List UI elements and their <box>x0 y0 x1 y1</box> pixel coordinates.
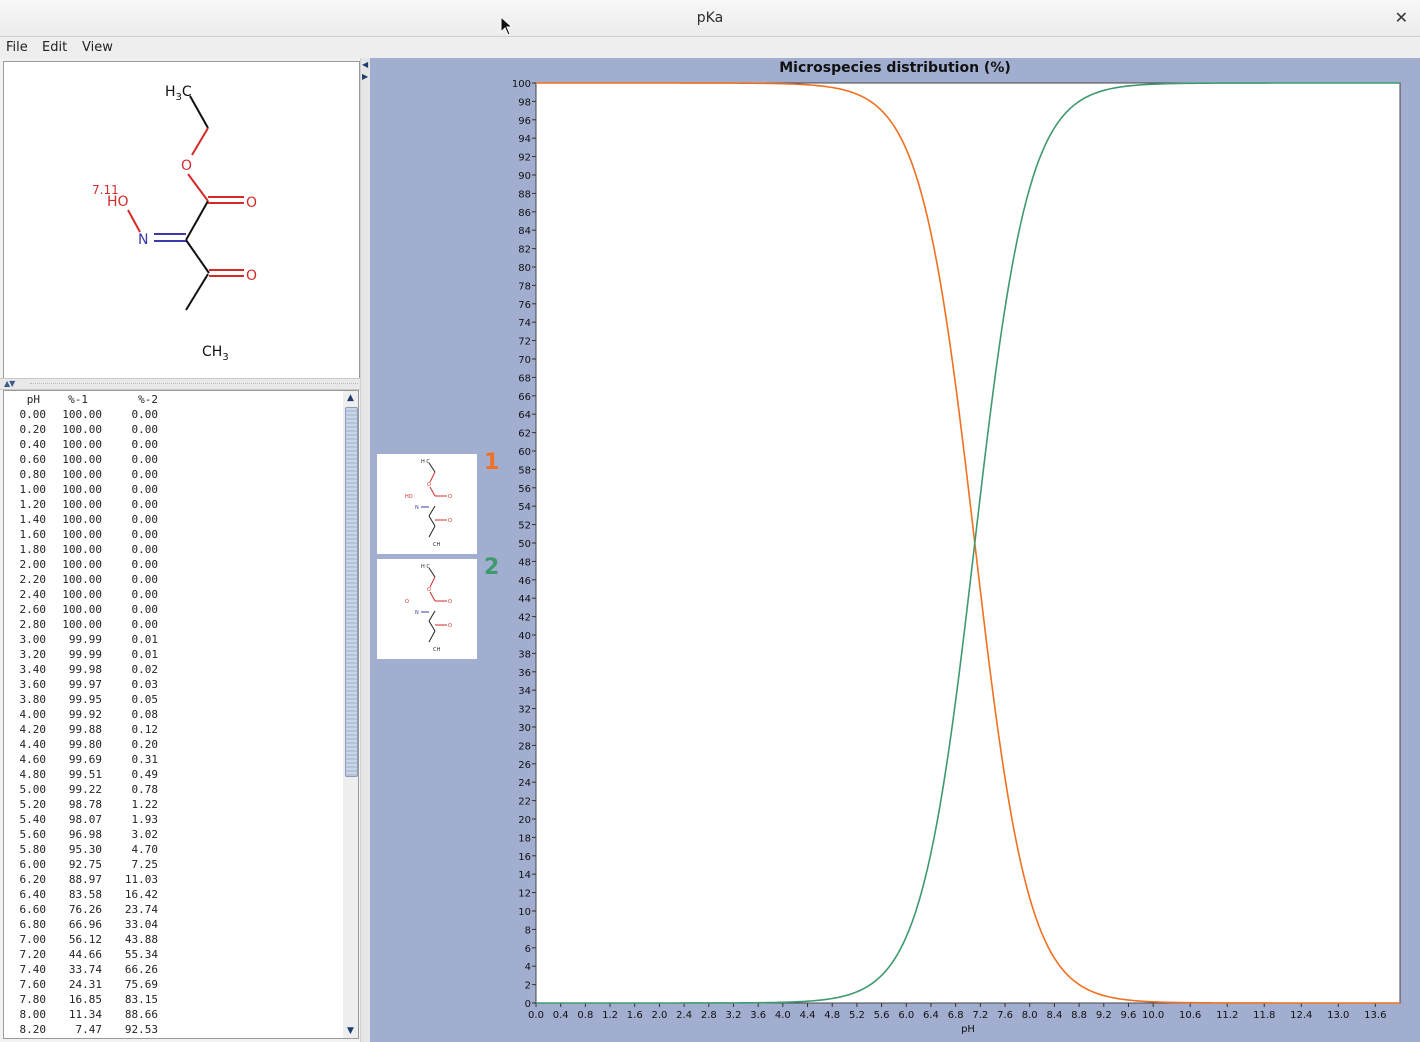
y-tick-label: 36 <box>518 668 531 679</box>
y-tick-label: 10 <box>518 907 531 918</box>
y-tick-label: 56 <box>518 484 531 495</box>
y-tick-label: 44 <box>518 594 531 605</box>
x-axis: 0.0 0.4 0.8 1.2 1.6 2.0 2.4 2.8 3.2 3.6 4.0 4.4 4.8 5… <box>528 1003 1386 1021</box>
x-tick-label: 12.4 <box>1290 1010 1312 1021</box>
x-tick-label: 8.4 <box>1046 1010 1062 1021</box>
y-tick-label: 16 <box>518 852 531 863</box>
x-tick-label: 13.6 <box>1364 1010 1386 1021</box>
x-tick-label: 4.0 <box>775 1010 791 1021</box>
x-tick-label: 6.8 <box>948 1010 964 1021</box>
y-tick-label: 86 <box>518 208 531 219</box>
x-tick-label: 5.2 <box>849 1010 865 1021</box>
y-tick-label: 94 <box>518 134 531 145</box>
x-tick-label: 9.6 <box>1121 1010 1137 1021</box>
x-tick-label: 6.0 <box>898 1010 914 1021</box>
x-tick-label: 2.0 <box>651 1010 667 1021</box>
y-tick-label: 30 <box>518 723 531 734</box>
y-tick-label: 84 <box>518 226 531 237</box>
x-tick-label: 0.8 <box>577 1010 593 1021</box>
y-tick-label: 24 <box>518 778 531 789</box>
x-tick-label: 1.6 <box>627 1010 643 1021</box>
microspecies-distribution-chart: 0246810121416182022242628303234363840424… <box>512 79 1401 1035</box>
y-tick-label: 96 <box>518 116 531 127</box>
y-tick-label: 2 <box>525 981 531 992</box>
y-tick-label: 58 <box>518 465 531 476</box>
y-tick-label: 70 <box>518 355 531 366</box>
y-tick-label: 90 <box>518 171 531 182</box>
x-tick-label: 9.2 <box>1096 1010 1112 1021</box>
x-tick-label: 2.8 <box>701 1010 717 1021</box>
x-tick-label: 5.6 <box>874 1010 890 1021</box>
y-tick-label: 92 <box>518 153 531 164</box>
x-tick-label: 6.4 <box>923 1010 939 1021</box>
x-tick-label: 0.0 <box>528 1010 544 1021</box>
y-tick-label: 8 <box>525 925 531 936</box>
y-tick-label: 52 <box>518 521 531 532</box>
y-tick-label: 78 <box>518 281 531 292</box>
y-tick-label: 4 <box>525 962 531 973</box>
x-tick-label: 8.8 <box>1071 1010 1087 1021</box>
y-tick-label: 22 <box>518 797 531 808</box>
x-tick-label: 7.2 <box>972 1010 988 1021</box>
y-tick-label: 80 <box>518 263 531 274</box>
plot-area <box>535 82 1401 1004</box>
y-tick-label: 6 <box>525 944 531 955</box>
y-tick-label: 82 <box>518 245 531 256</box>
y-tick-label: 32 <box>518 705 531 716</box>
y-tick-label: 26 <box>518 760 531 771</box>
y-tick-label: 12 <box>518 889 531 900</box>
y-tick-label: 74 <box>518 318 531 329</box>
x-tick-label: 10.6 <box>1179 1010 1201 1021</box>
y-tick-label: 76 <box>518 300 531 311</box>
y-tick-label: 60 <box>518 447 531 458</box>
y-tick-label: 64 <box>518 410 531 421</box>
x-tick-label: 13.0 <box>1327 1010 1349 1021</box>
y-tick-label: 34 <box>518 686 531 697</box>
x-tick-label: 3.2 <box>726 1010 742 1021</box>
y-axis: 0246810121416182022242628303234363840424… <box>512 79 536 1010</box>
y-tick-label: 98 <box>518 97 531 108</box>
x-tick-label: 11.2 <box>1216 1010 1238 1021</box>
x-tick-label: 3.6 <box>750 1010 766 1021</box>
y-tick-label: 66 <box>518 392 531 403</box>
x-tick-label: 4.8 <box>824 1010 840 1021</box>
y-tick-label: 18 <box>518 833 531 844</box>
y-tick-label: 38 <box>518 649 531 660</box>
y-tick-label: 40 <box>518 631 531 642</box>
y-tick-label: 28 <box>518 741 531 752</box>
y-tick-label: 68 <box>518 373 531 384</box>
x-tick-label: 2.4 <box>676 1010 692 1021</box>
x-axis-label: pH <box>961 1024 975 1035</box>
y-tick-label: 48 <box>518 557 531 568</box>
x-tick-label: 4.4 <box>800 1010 816 1021</box>
x-tick-label: 7.6 <box>997 1010 1013 1021</box>
y-tick-label: 20 <box>518 815 531 826</box>
y-tick-label: 88 <box>518 189 531 200</box>
x-tick-label: 0.4 <box>553 1010 569 1021</box>
y-tick-label: 72 <box>518 337 531 348</box>
y-tick-label: 62 <box>518 429 531 440</box>
x-tick-label: 1.2 <box>602 1010 618 1021</box>
y-tick-label: 42 <box>518 613 531 624</box>
y-tick-label: 54 <box>518 502 531 513</box>
y-tick-label: 50 <box>518 539 531 550</box>
y-tick-label: 14 <box>518 870 531 881</box>
x-tick-label: 11.8 <box>1253 1010 1275 1021</box>
x-tick-label: 10.0 <box>1142 1010 1164 1021</box>
x-tick-label: 8.0 <box>1022 1010 1038 1021</box>
y-tick-label: 0 <box>525 999 531 1010</box>
y-tick-label: 46 <box>518 576 531 587</box>
y-tick-label: 100 <box>512 79 531 90</box>
